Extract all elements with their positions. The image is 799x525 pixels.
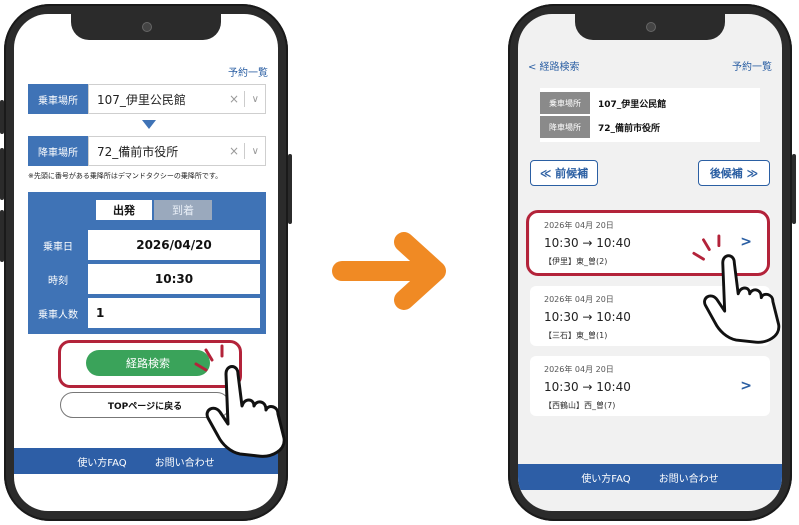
alighting-value: 72_備前市役所 — [598, 123, 661, 134]
date-label: 乗車日 — [43, 241, 73, 253]
result-date: 2026年 04月 20日 — [544, 365, 614, 374]
passengers-field[interactable]: 1 — [88, 298, 260, 328]
pointing-hand-icon — [692, 234, 781, 344]
boarding-select[interactable]: 107_伊里公民館 × ∨ — [88, 84, 266, 114]
footer-bar: 使い方FAQ お問い合わせ — [518, 464, 782, 490]
trip-summary: 乗車場所 107_伊里公民館 降車場所 72_備前市役所 — [540, 88, 760, 142]
result-route: 【三石】東_曽(1) — [544, 331, 608, 340]
stop-note: ※先頭に番号がある乗降所はデマンドタクシーの乗降所です。 — [28, 172, 223, 180]
boarding-label: 乗車場所 — [540, 92, 590, 114]
camera-icon — [646, 22, 656, 32]
alighting-label: 降車場所 — [28, 136, 88, 166]
dropdown-divider — [244, 91, 245, 107]
clear-icon[interactable]: × — [229, 92, 239, 106]
passengers-label: 乗車人数 — [38, 309, 78, 321]
back-link[interactable]: < 経路検索 — [528, 58, 580, 73]
boarding-label: 乗車場所 — [28, 84, 88, 114]
phone-notch — [575, 14, 725, 40]
boarding-value: 107_伊里公民館 — [97, 92, 186, 107]
reservation-list-link[interactable]: 予約一覧 — [228, 64, 268, 79]
contact-link[interactable]: お問い合わせ — [659, 470, 719, 485]
search-form-panel: 出発 到着 乗車日 2026/04/20 時刻 10:30 乗車人数 1 — [28, 192, 266, 334]
prev-candidate-button[interactable]: ≪ 前候補 — [530, 160, 598, 186]
alighting-value: 72_備前市役所 — [97, 144, 179, 159]
next-candidate-button[interactable]: 後候補 ≫ — [698, 160, 770, 186]
dropdown-divider — [244, 143, 245, 159]
faq-link[interactable]: 使い方FAQ — [581, 470, 630, 485]
date-field[interactable]: 2026/04/20 — [88, 230, 260, 260]
result-time: 10:30 → 10:40 — [544, 380, 631, 394]
clear-icon[interactable]: × — [229, 144, 239, 158]
boarding-value: 107_伊里公民館 — [598, 99, 667, 110]
result-card[interactable]: 2026年 04月 20日 10:30 → 10:40 【西鶴山】西_曽(7) … — [530, 356, 770, 416]
alighting-label: 降車場所 — [540, 116, 590, 138]
tab-arrive[interactable]: 到着 — [154, 200, 212, 220]
tab-depart[interactable]: 出発 — [96, 200, 152, 220]
time-field[interactable]: 10:30 — [88, 264, 260, 294]
chevron-down-icon[interactable]: ∨ — [252, 94, 259, 105]
phone-side-button — [0, 148, 4, 200]
chevron-down-icon[interactable]: ∨ — [252, 146, 259, 157]
chevron-right-icon[interactable]: > — [740, 378, 752, 394]
faq-link[interactable]: 使い方FAQ — [77, 454, 126, 469]
phone-power-button — [792, 154, 796, 224]
phone-side-button — [0, 210, 4, 262]
phone-side-button — [0, 100, 4, 134]
result-route: 【西鶴山】西_曽(7) — [544, 401, 616, 410]
arrow-right-icon — [332, 232, 446, 310]
alighting-select[interactable]: 72_備前市役所 × ∨ — [88, 136, 266, 166]
reservation-list-link[interactable]: 予約一覧 — [732, 58, 772, 73]
swap-arrow-icon — [142, 120, 156, 129]
camera-icon — [142, 22, 152, 32]
result-date: 2026年 04月 20日 — [544, 295, 614, 304]
time-label: 時刻 — [48, 275, 68, 287]
result-time: 10:30 → 10:40 — [544, 310, 631, 324]
pointing-hand-icon — [194, 344, 286, 458]
phone-notch — [71, 14, 221, 40]
phone-power-button — [288, 154, 292, 224]
